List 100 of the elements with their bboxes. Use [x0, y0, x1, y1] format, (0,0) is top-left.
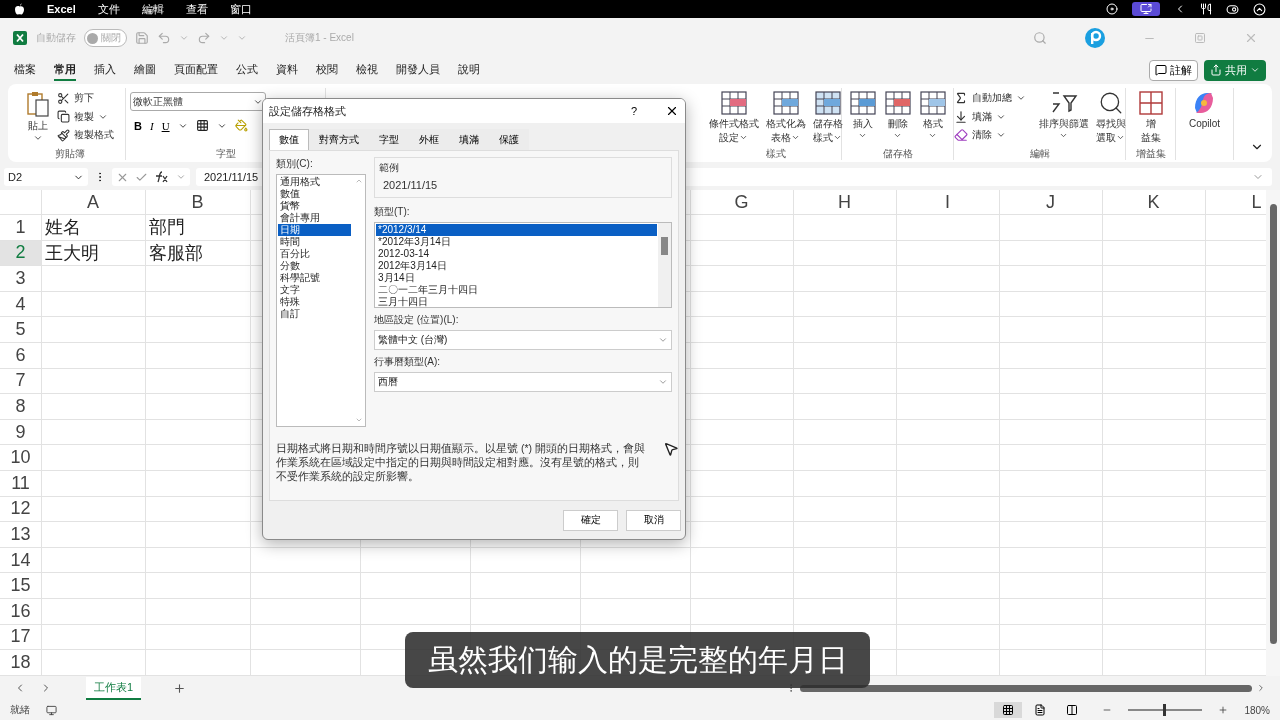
column-header[interactable]: B [145, 190, 250, 214]
type-item[interactable]: 2012-03-14 [376, 248, 657, 260]
tools-icon[interactable] [1200, 3, 1212, 15]
function-icon[interactable] [154, 171, 170, 183]
page-icon [1034, 704, 1047, 716]
type-item[interactable]: 三月十四日 [376, 296, 657, 308]
category-list[interactable]: 通用格式 數值 貨幣 會計專用 日期 時間 百分比 分數 科學記號 文字 特殊 自訂 [276, 174, 366, 427]
ribbon-button[interactable]: 條件式格式 設定 [706, 88, 761, 147]
dialog-tab[interactable]: 填滿 [449, 129, 489, 150]
ribbon-tab[interactable]: 開發人員 [396, 59, 440, 81]
column-header[interactable]: H [793, 190, 896, 214]
column-header[interactable]: L [1205, 190, 1266, 214]
menu-item[interactable]: Excel [47, 3, 76, 15]
ribbon-tab[interactable]: 常用 [54, 59, 76, 81]
column-header[interactable]: G [690, 190, 793, 214]
type-item[interactable]: 3月14日 [376, 272, 657, 284]
close-button[interactable] [665, 104, 679, 118]
category-item[interactable]: 數值 [278, 188, 351, 200]
clipboard-button[interactable]: 剪下 [54, 90, 116, 106]
category-item[interactable]: 文字 [278, 284, 351, 296]
dialog-tab[interactable]: 保護 [489, 129, 529, 150]
borders-icon[interactable] [195, 119, 209, 132]
column-header[interactable]: A [41, 190, 145, 214]
ribbon-button[interactable]: 儲存格 樣式 [810, 88, 845, 147]
control-center-icon[interactable] [1226, 2, 1239, 16]
type-item[interactable]: 二〇一二年三月十四日 [376, 284, 657, 296]
dialog-tab[interactable]: 數值 [269, 129, 309, 150]
menu-item[interactable]: 窗口 [229, 1, 252, 17]
type-item[interactable]: 2012年3月14日 [376, 260, 657, 272]
category-item[interactable]: 特殊 [278, 296, 351, 308]
paste-button[interactable]: 貼上 [23, 88, 52, 147]
ribbon-tab[interactable]: 說明 [458, 59, 480, 81]
calendar-select[interactable]: 西曆 [374, 372, 672, 392]
ribbon-tab[interactable]: 公式 [236, 59, 258, 81]
ok-button[interactable]: 確定 [563, 509, 618, 531]
dialog-tab[interactable]: 字型 [369, 129, 409, 150]
zoom-in-icon[interactable] [1218, 705, 1229, 715]
ribbon-tab[interactable]: 檔案 [14, 59, 36, 81]
ribbon-tab[interactable]: 校閱 [316, 59, 338, 81]
category-item[interactable]: 貨幣 [278, 200, 351, 212]
category-item[interactable]: 分數 [278, 260, 351, 272]
category-item[interactable]: 自訂 [278, 308, 351, 320]
clipboard-button[interactable]: 複製格式 [54, 127, 116, 143]
help-button[interactable]: ? [630, 105, 637, 117]
clipboard-button[interactable]: 複製 [54, 108, 116, 125]
ribbon-tab[interactable]: 資料 [276, 59, 298, 81]
ribbon-button[interactable]: 格式化為 表格 [763, 88, 808, 147]
category-item[interactable]: 會計專用 [278, 212, 351, 224]
dialog-tab[interactable]: 外框 [409, 129, 449, 150]
category-item[interactable]: 通用格式 [278, 176, 351, 188]
ribbon-button[interactable]: 自動加總 [951, 90, 1028, 106]
ribbon-tab[interactable]: 頁面配置 [174, 59, 218, 81]
ribbon-button[interactable]: 尋找與 選取 [1093, 88, 1128, 147]
add-sheet-icon[interactable] [173, 681, 187, 695]
avatar-icon[interactable] [1085, 28, 1105, 48]
column-header[interactable]: K [1102, 190, 1205, 214]
ribbon-button[interactable]: 格式 [916, 88, 949, 147]
ribbon-button[interactable]: 清除 [951, 127, 1028, 143]
ribbon-button[interactable]: 排序與篩選 [1036, 88, 1091, 147]
share-button[interactable]: 共用 [1204, 59, 1266, 81]
locale-select[interactable]: 繁體中文 (台灣) [374, 330, 672, 350]
cancel-button[interactable]: 取消 [626, 509, 681, 531]
category-item[interactable]: 日期 [278, 224, 351, 236]
format-button[interactable]: I [149, 119, 154, 132]
font-name-field[interactable]: 微軟正黑體 [130, 92, 266, 111]
menu-item[interactable]: 查看 [185, 1, 208, 17]
chevron-circle-icon[interactable] [1253, 2, 1266, 16]
menu-item[interactable]: 文件 [97, 1, 120, 17]
ribbon-tab[interactable]: 繪圖 [134, 59, 156, 81]
comment-button[interactable]: 註解 [1149, 59, 1198, 81]
column-header[interactable]: J [999, 190, 1102, 214]
ribbon-tab[interactable]: 插入 [94, 59, 116, 81]
category-item[interactable]: 科學記號 [278, 272, 351, 284]
ribbon-button[interactable]: 插入 [846, 88, 879, 147]
category-item[interactable]: 百分比 [278, 248, 351, 260]
menu-item[interactable]: 編輯 [141, 1, 164, 17]
table-cell-text: 客服部 [148, 241, 204, 265]
monitor-icon[interactable] [46, 704, 57, 716]
format-button[interactable]: U [161, 119, 170, 132]
column-header[interactable]: I [896, 190, 999, 214]
sheet-tab[interactable]: 工作表1 [86, 676, 142, 700]
type-item[interactable]: *2012/3/14 [376, 224, 657, 236]
type-item[interactable]: *2012年3月14日 [376, 236, 657, 248]
format-button[interactable]: B [134, 119, 142, 132]
ribbon-button[interactable]: 填滿 [951, 108, 1028, 125]
fill-color-icon[interactable] [234, 119, 248, 132]
type-list[interactable]: *2012/3/14 *2012年3月14日 2012-03-14 2012年3月14日 3月14日 二〇一二年三月十四日 三月十四日 [374, 222, 672, 308]
category-item[interactable]: 時間 [278, 236, 351, 248]
ribbon-button[interactable]: 增 益集 [1134, 88, 1167, 147]
record-icon[interactable] [1106, 3, 1118, 15]
view-button[interactable] [994, 702, 1023, 718]
row-header[interactable]: 2 [0, 240, 41, 266]
table-cell-text: 部門 [148, 216, 186, 240]
ribbon-button[interactable]: 刪除 [881, 88, 914, 147]
ribbon-button[interactable]: Copilot [1186, 88, 1223, 147]
screen-share-button[interactable] [1132, 2, 1160, 16]
dialog-tab[interactable]: 對齊方式 [309, 129, 369, 150]
list-scrollbar[interactable] [658, 223, 671, 307]
ribbon-tab[interactable]: 檢視 [356, 59, 378, 81]
name-box[interactable]: D2 [4, 168, 88, 186]
